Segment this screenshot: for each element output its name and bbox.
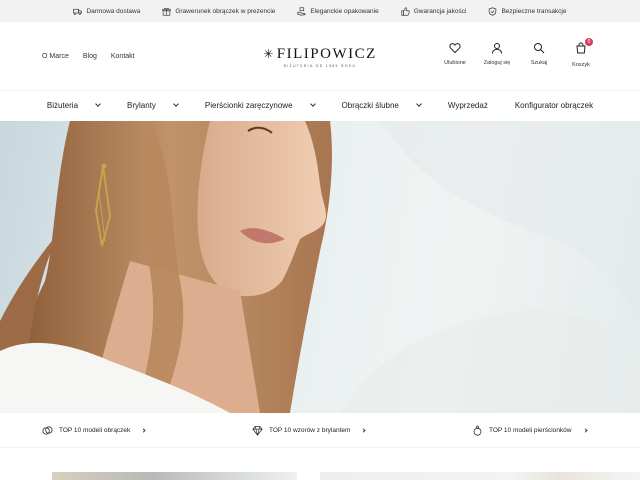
- promo-top-diamond[interactable]: TOP 10 wzorów z brylantem: [252, 425, 367, 436]
- nav-item-label: Obrączki ślubne: [341, 101, 399, 110]
- topbar-item-delivery: Darmowa dostawa: [73, 7, 140, 16]
- promo-strip: TOP 10 modeli obrączek TOP 10 wzorów z b…: [0, 414, 640, 448]
- favorites-label: Ulubione: [444, 60, 466, 66]
- topbar-item-label: Gwarancja jakości: [413, 7, 467, 15]
- nav-item-label: Wyprzedaż: [447, 101, 488, 110]
- logo-tagline: BIŻUTERIA OD 1985 ROKU: [283, 64, 357, 68]
- chevron-right-icon: [141, 428, 146, 433]
- main-navigation: Biżuteria Brylanty Pierścionki zaręczyno…: [0, 90, 640, 120]
- product-tile-image[interactable]: [320, 472, 640, 480]
- topbar-item-label: Bezpieczne transakcje: [501, 7, 567, 15]
- search-label: Szukaj: [530, 60, 548, 66]
- promo-top-engagement[interactable]: TOP 10 modeli pierścionków: [472, 425, 588, 436]
- nav-item-label: Konfigurator obrączek: [514, 101, 594, 110]
- nav-item-konfigurator[interactable]: Konfigurator obrączek: [515, 101, 593, 110]
- chevron-down-icon: [416, 101, 422, 107]
- topbar-item-secure: Bezpieczne transakcje: [488, 6, 567, 16]
- cart-count-badge: 0: [585, 38, 593, 46]
- cart-label: Koszyk: [572, 62, 590, 68]
- shield-check-icon: [489, 6, 497, 16]
- login-label: Zaloguj się: [483, 60, 511, 66]
- site-header: O Marce Blog Kontakt ✳ FILIPOWICZ BIŻUTE…: [0, 22, 640, 90]
- login-button[interactable]: Zaloguj się: [476, 42, 518, 68]
- link-kontakt[interactable]: Kontakt: [111, 53, 135, 60]
- topbar-item-label: Darmowa dostawa: [86, 7, 141, 15]
- thumbs-up-icon: [401, 6, 410, 16]
- ring-icon: [473, 425, 482, 436]
- promo-label: TOP 10 modeli obrączek: [59, 427, 131, 434]
- search-button[interactable]: Szukaj: [518, 42, 560, 68]
- logo-star-icon: ✳: [263, 47, 275, 61]
- nav-item-bizuteria[interactable]: Biżuteria: [46, 101, 101, 110]
- top-info-bar: Darmowa dostawa Grawerunek obrączek w pr…: [0, 0, 640, 22]
- truck-icon: [73, 8, 83, 15]
- chevron-right-icon: [361, 428, 367, 433]
- user-icon: [492, 43, 502, 54]
- nav-item-label: Brylanty: [127, 101, 156, 110]
- topbar-item-label: Eleganckie opakowanie: [310, 7, 379, 15]
- nav-item-label: Pierścionki zaręczynowe: [204, 101, 293, 110]
- nav-item-pierscionki[interactable]: Pierścionki zaręczynowe: [204, 101, 316, 110]
- link-blog[interactable]: Blog: [83, 53, 97, 60]
- favorites-button[interactable]: Ulubione: [434, 42, 476, 68]
- topbar-item-warranty: Gwarancja jakości: [401, 6, 467, 16]
- link-o-marce[interactable]: O Marce: [42, 53, 69, 60]
- nav-item-obraczki[interactable]: Obrączki ślubne: [341, 101, 422, 110]
- logo-name: FILIPOWICZ: [276, 46, 377, 62]
- diamond-icon: [252, 425, 263, 436]
- chevron-down-icon: [309, 101, 316, 107]
- search-icon: [534, 43, 545, 54]
- product-tile-image[interactable]: [52, 472, 297, 480]
- gift-icon: [162, 7, 171, 16]
- chevron-down-icon: [95, 101, 101, 107]
- promo-label: TOP 10 modeli pierścionków: [489, 427, 572, 434]
- cart-button[interactable]: 0 Koszyk: [560, 38, 602, 68]
- topbar-item-engraving: Grawerunek obrączek w prezencie: [162, 7, 275, 16]
- nav-item-label: Biżuteria: [46, 101, 79, 110]
- topbar-item-packaging: Eleganckie opakowanie: [297, 6, 379, 16]
- chevron-right-icon: [582, 428, 588, 433]
- cart-icon-wrap: 0: [575, 38, 593, 56]
- logo-wordmark: ✳ FILIPOWICZ: [262, 46, 378, 63]
- promo-label: TOP 10 wzorów z brylantem: [269, 427, 351, 434]
- header-icons: Ulubione Zaloguj się Szukaj 0 Koszyk: [434, 38, 602, 68]
- hand-box-icon: [297, 6, 307, 16]
- logo[interactable]: ✳ FILIPOWICZ BIŻUTERIA OD 1985 ROKU: [262, 46, 378, 68]
- hero-image: [0, 121, 640, 413]
- nav-item-wyprzedaz[interactable]: Wyprzedaż: [448, 101, 488, 110]
- product-tiles-preview: [0, 472, 640, 480]
- topbar-item-label: Grawerunek obrączek w prezencie: [175, 7, 276, 15]
- header-left-links: O Marce Blog Kontakt: [42, 53, 135, 60]
- rings-icon: [42, 426, 53, 435]
- heart-icon: [449, 43, 461, 54]
- chevron-down-icon: [173, 101, 179, 107]
- nav-item-brylanty[interactable]: Brylanty: [127, 101, 179, 110]
- promo-top-rings[interactable]: TOP 10 modeli obrączek: [42, 425, 146, 436]
- hero-banner[interactable]: [0, 121, 640, 413]
